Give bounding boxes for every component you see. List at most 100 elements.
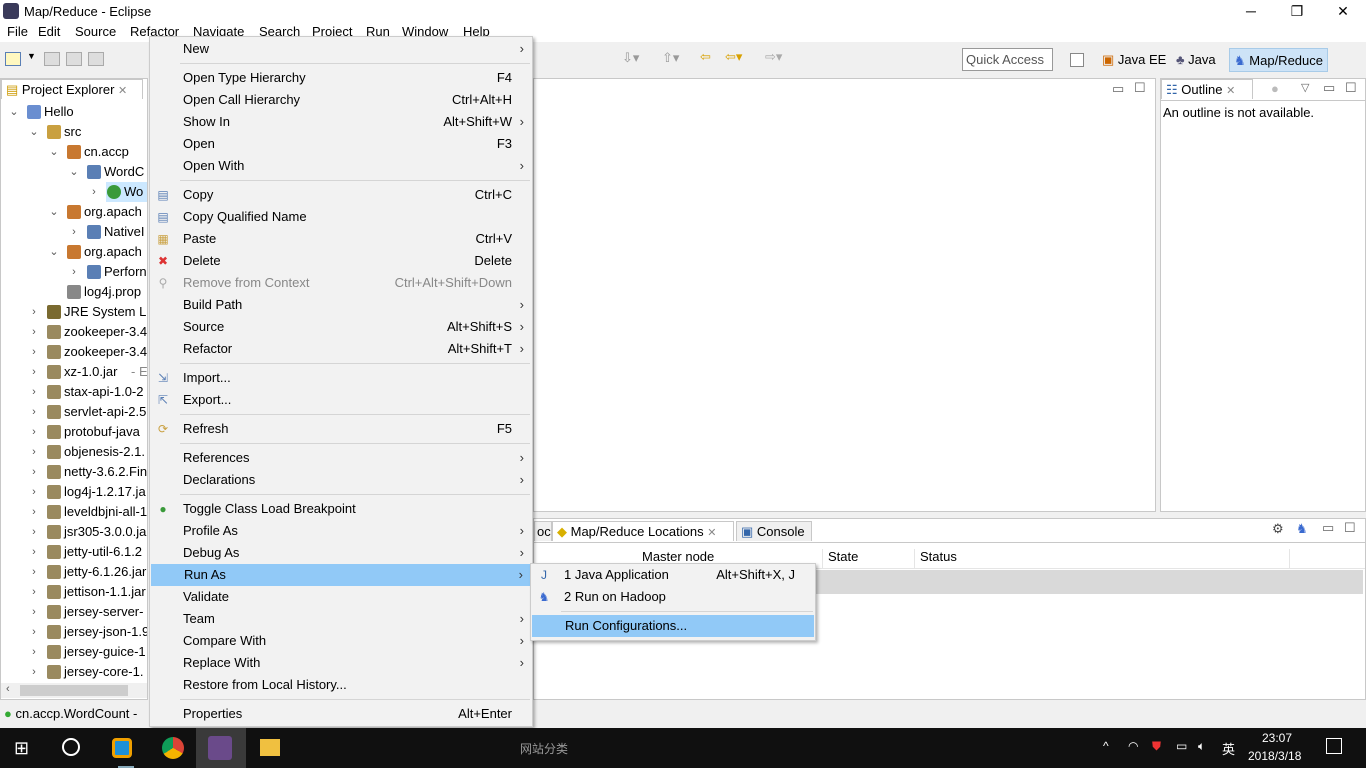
tree-item[interactable]: › Perforn: [1, 262, 147, 282]
open-perspective-icon[interactable]: [1070, 53, 1084, 67]
tree-item[interactable]: › jsr305-3.0.0.ja: [1, 522, 147, 542]
menu-item-2-run-on-hadoop[interactable]: ♞ 2 Run on Hadoop: [531, 586, 815, 608]
chevron-right-icon[interactable]: ›: [29, 302, 39, 322]
column-status[interactable]: Status: [915, 549, 1290, 569]
chevron-right-icon[interactable]: ›: [69, 222, 79, 242]
edit-location-icon[interactable]: ⚙: [1272, 521, 1284, 537]
tab-outline[interactable]: ☷ Outline ✕: [1161, 79, 1253, 99]
menu-item-replace-with[interactable]: Replace With ›: [150, 652, 532, 674]
taskbar-search-text[interactable]: 网站分类: [520, 740, 568, 757]
menu-item-open-call-hierarchy[interactable]: Open Call Hierarchy Ctrl+Alt+H: [150, 89, 532, 111]
chevron-down-icon[interactable]: ⌄: [49, 242, 59, 262]
tree-item[interactable]: › jetty-util-6.1.2: [1, 542, 147, 562]
menu-item-remove-from-context[interactable]: ⚲ Remove from Context Ctrl+Alt+Shift+Down: [150, 272, 532, 294]
menu-item-debug-as[interactable]: Debug As ›: [150, 542, 532, 564]
chevron-right-icon[interactable]: ›: [29, 622, 39, 642]
chevron-down-icon[interactable]: ⌄: [49, 202, 59, 222]
save-icon[interactable]: [44, 52, 60, 66]
tree-item[interactable]: ⌄ org.apach: [1, 202, 147, 222]
chevron-right-icon[interactable]: ›: [29, 662, 39, 682]
wifi-icon[interactable]: ◠: [1128, 739, 1138, 753]
perspective-java-ee[interactable]: ▣ Java EE: [1098, 48, 1170, 72]
chevron-down-icon[interactable]: ⌄: [29, 122, 39, 142]
menu-item-compare-with[interactable]: Compare With ›: [150, 630, 532, 652]
tree-item[interactable]: › jersey-core-1.: [1, 662, 147, 682]
show-hidden-icons[interactable]: ^: [1103, 739, 1109, 753]
chevron-right-icon[interactable]: ›: [29, 642, 39, 662]
volume-icon[interactable]: 🔈︎: [1198, 739, 1205, 754]
action-center-icon[interactable]: [1326, 738, 1342, 754]
back-icon[interactable]: ⇦▾: [725, 49, 742, 65]
menu-item-toggle-class-load-breakpoint[interactable]: ● Toggle Class Load Breakpoint: [150, 498, 532, 520]
tree-item[interactable]: › servlet-api-2.5: [1, 402, 147, 422]
close-button[interactable]: ✕: [1320, 0, 1366, 22]
chrome-icon[interactable]: [162, 737, 184, 759]
quick-access-input[interactable]: Quick Access: [962, 48, 1053, 71]
tree-item[interactable]: log4j.prop: [1, 282, 147, 302]
chevron-right-icon[interactable]: ›: [29, 442, 39, 462]
chevron-right-icon[interactable]: ›: [29, 422, 39, 442]
menu-item-new[interactable]: New ›: [150, 38, 532, 60]
chevron-right-icon[interactable]: ›: [29, 402, 39, 422]
menu-item-show-in[interactable]: Show In Alt+Shift+W ›: [150, 111, 532, 133]
save-all-icon[interactable]: [66, 52, 82, 66]
menu-item-source[interactable]: Source Alt+Shift+S ›: [150, 316, 532, 338]
tree-item[interactable]: › log4j-1.2.17.ja: [1, 482, 147, 502]
file-explorer-icon[interactable]: [260, 739, 280, 756]
menu-item-open-type-hierarchy[interactable]: Open Type Hierarchy F4: [150, 67, 532, 89]
menu-item-refactor[interactable]: Refactor Alt+Shift+T ›: [150, 338, 532, 360]
forward-icon[interactable]: ⇨▾: [765, 49, 782, 65]
maximize-icon[interactable]: ☐: [1134, 80, 1146, 96]
chevron-down-icon[interactable]: ⌄: [49, 142, 59, 162]
scroll-left-icon[interactable]: ‹: [6, 683, 10, 695]
battery-icon[interactable]: ▭: [1176, 739, 1187, 753]
tab-map-reduce-locations[interactable]: ◆ Map/Reduce Locations ✕: [552, 521, 734, 541]
menu-item-refresh[interactable]: ⟳ Refresh F5: [150, 418, 532, 440]
tree-item[interactable]: › objenesis-2.1.: [1, 442, 147, 462]
chevron-right-icon[interactable]: ›: [29, 342, 39, 362]
menu-file[interactable]: File: [7, 24, 28, 39]
close-tab-icon[interactable]: ✕: [1226, 85, 1235, 97]
menu-item-profile-as[interactable]: Profile As ›: [150, 520, 532, 542]
tree-item[interactable]: ⌄ src: [1, 122, 147, 142]
menu-item-export[interactable]: ⇱ Export...: [150, 389, 532, 411]
tab-console[interactable]: ▣ Console: [736, 521, 812, 541]
tree-item[interactable]: › NativeI: [1, 222, 147, 242]
restore-button[interactable]: ❐: [1274, 0, 1320, 22]
menu-item-properties[interactable]: Properties Alt+Enter: [150, 703, 532, 725]
clock-date[interactable]: 2018/3/18: [1248, 749, 1301, 763]
maximize-icon[interactable]: ☐: [1344, 520, 1356, 536]
horizontal-scrollbar[interactable]: ‹: [1, 683, 147, 698]
tab-javadoc[interactable]: oc: [534, 521, 552, 541]
menu-item-team[interactable]: Team ›: [150, 608, 532, 630]
chevron-right-icon[interactable]: ›: [29, 602, 39, 622]
new-icon[interactable]: [5, 52, 21, 66]
next-annotation-icon[interactable]: ⇩▾: [622, 50, 639, 66]
close-tab-icon[interactable]: ✕: [118, 85, 127, 97]
tree-item[interactable]: › protobuf-java: [1, 422, 147, 442]
chevron-right-icon[interactable]: ›: [29, 582, 39, 602]
new-dropdown-icon[interactable]: ▼: [27, 51, 36, 61]
ime-indicator[interactable]: 英: [1222, 739, 1235, 758]
menu-item-paste[interactable]: ▦ Paste Ctrl+V: [150, 228, 532, 250]
tree-item[interactable]: › Wo: [1, 182, 147, 202]
tree-item[interactable]: ⌄ WordC: [1, 162, 147, 182]
tree-item[interactable]: › xz-1.0.jar - E:\: [1, 362, 147, 382]
tab-project-explorer[interactable]: ▤ Project Explorer ✕: [1, 79, 143, 99]
menu-item-run-as[interactable]: Run As ›: [151, 564, 531, 586]
app-icon[interactable]: [112, 738, 132, 758]
prev-annotation-icon[interactable]: ⇧▾: [662, 50, 679, 66]
chevron-right-icon[interactable]: ›: [29, 522, 39, 542]
chevron-right-icon[interactable]: ›: [29, 502, 39, 522]
minimize-icon[interactable]: ▭: [1322, 520, 1334, 536]
minimize-icon[interactable]: ▭: [1112, 81, 1124, 97]
column-state[interactable]: State: [823, 549, 915, 569]
chevron-down-icon[interactable]: ⌄: [69, 162, 79, 182]
menu-item-open-with[interactable]: Open With ›: [150, 155, 532, 177]
clock-time[interactable]: 23:07: [1262, 731, 1292, 745]
menu-item-copy[interactable]: ▤ Copy Ctrl+C: [150, 184, 532, 206]
perspective-map-reduce[interactable]: ♞ Map/Reduce: [1229, 48, 1328, 72]
new-location-icon[interactable]: ♞: [1296, 521, 1308, 537]
chevron-right-icon[interactable]: ›: [29, 322, 39, 342]
tree-item[interactable]: › netty-3.6.2.Fin: [1, 462, 147, 482]
